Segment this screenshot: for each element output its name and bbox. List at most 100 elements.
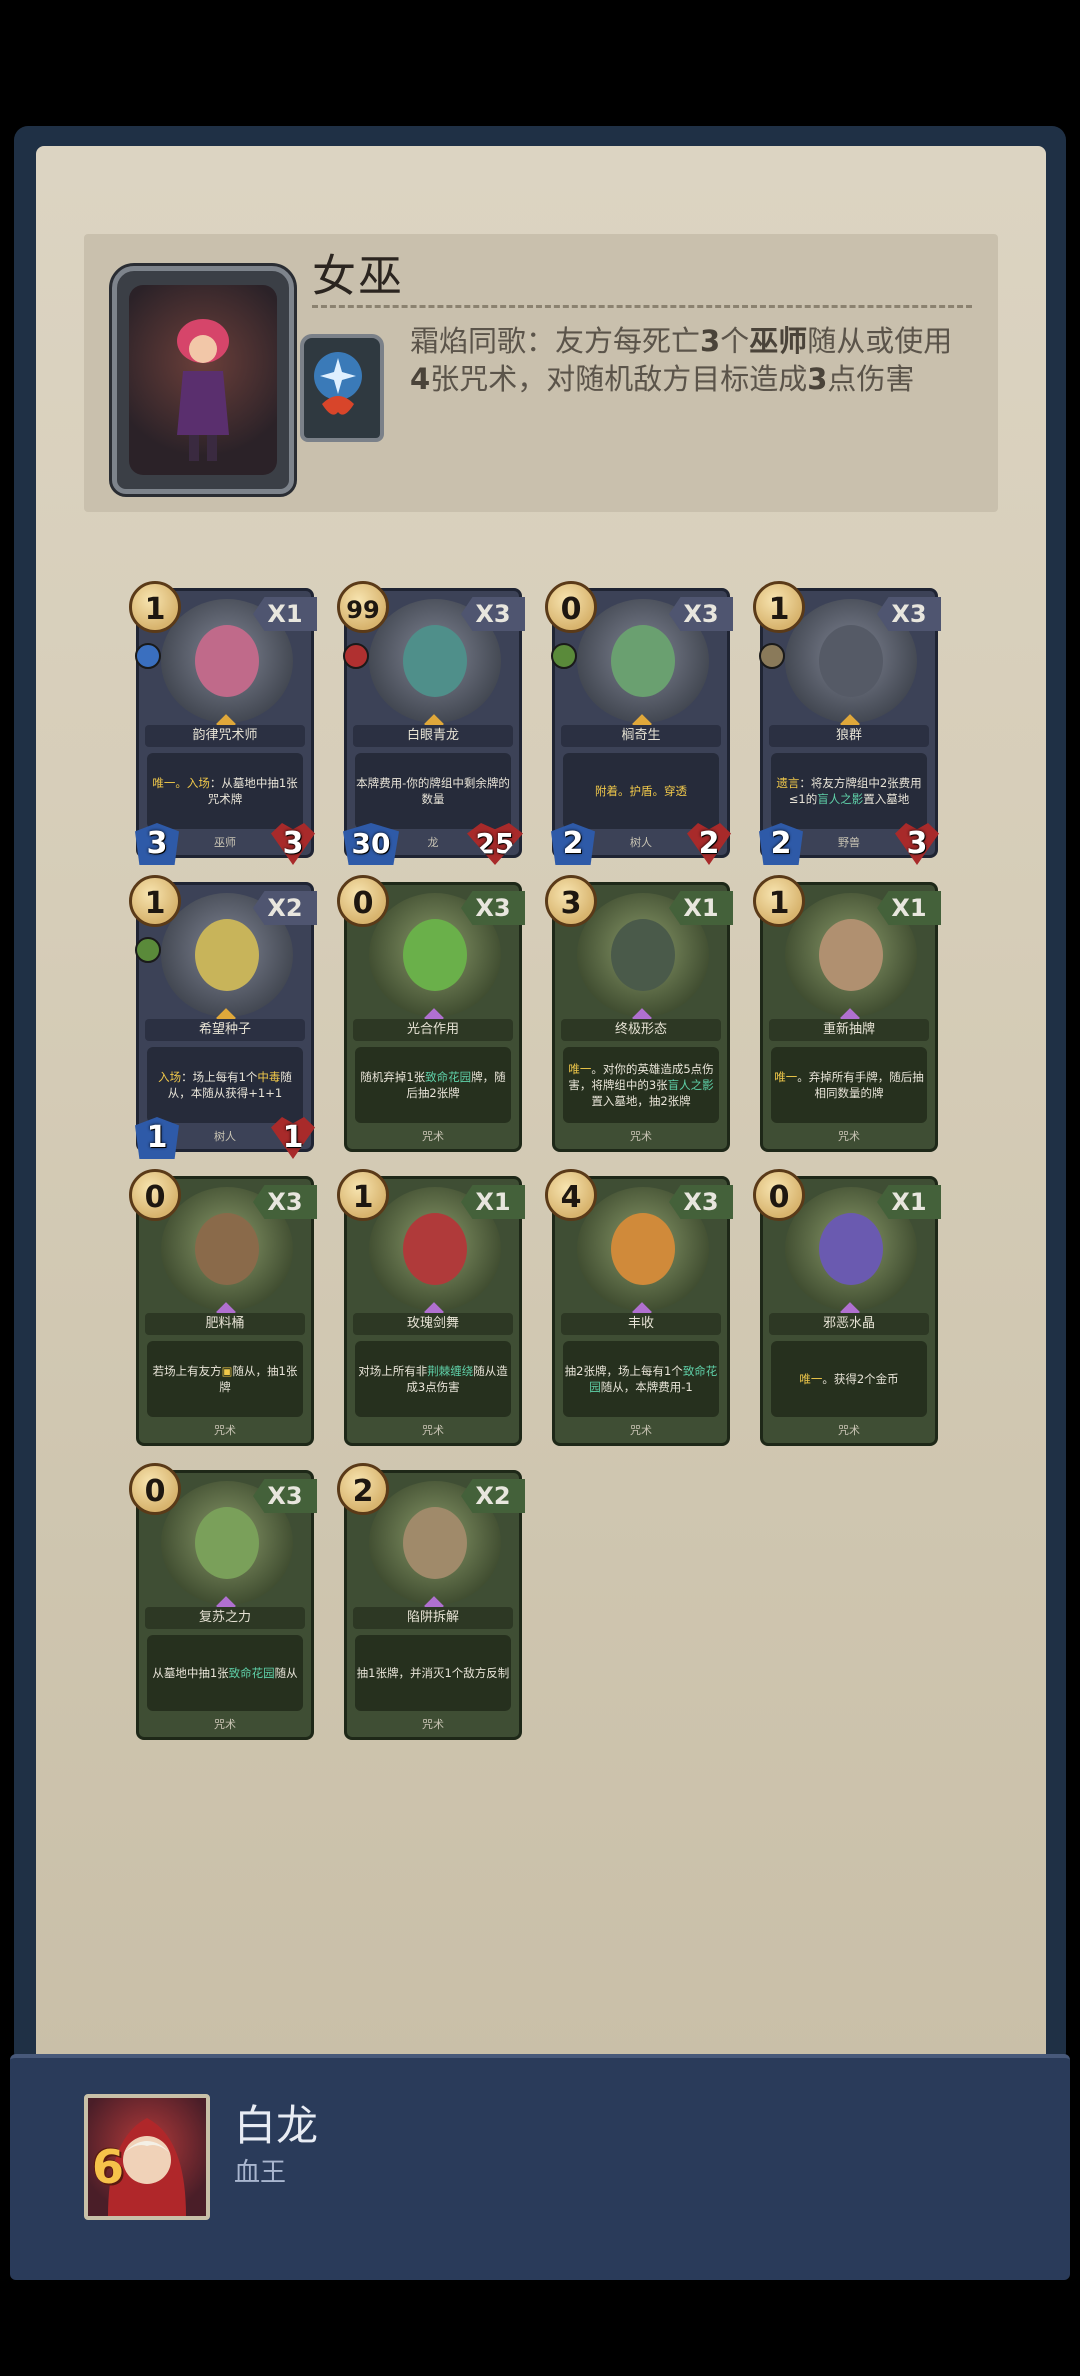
card-art-figure	[819, 625, 883, 697]
card[interactable]: 丰收 抽2张牌，场上每有1个致命花园随从，本牌费用-1 咒术 4 X3	[545, 1169, 733, 1446]
card-count: X3	[877, 597, 941, 631]
card-race: 咒术	[422, 1424, 444, 1437]
card[interactable]: 白眼青龙 本牌费用-你的牌组中剩余牌的数量龙 99 X3 30 25	[337, 581, 525, 865]
card-description: 附着。护盾。穿透	[563, 753, 719, 829]
card-count: X3	[669, 1185, 733, 1219]
card-count: X2	[461, 1479, 525, 1513]
card-attack: 1	[135, 1117, 179, 1159]
card-art-figure	[819, 1213, 883, 1285]
card-art-figure	[611, 1213, 675, 1285]
card-name: 韵律咒术师	[145, 725, 305, 747]
card-count: X1	[877, 1185, 941, 1219]
card-name: 复苏之力	[145, 1607, 305, 1629]
card-description: 若场上有友方▣随从，抽1张牌	[147, 1341, 303, 1417]
witch-figure-icon	[177, 319, 229, 461]
card-art-figure	[195, 919, 259, 991]
card-description: 本牌费用-你的牌组中剩余牌的数量	[355, 753, 511, 829]
card-description: 入场：场上每有1个中毒随从，本随从获得+1+1	[147, 1047, 303, 1123]
hero-skill-description: 霜焰同歌：友方每死亡3个巫师随从或使用4张咒术，对随机敌方目标造成3点伤害	[410, 322, 970, 398]
card-description: 抽1张牌，并消灭1个敌方反制	[355, 1635, 511, 1711]
card-name: 光合作用	[353, 1019, 513, 1041]
card-race: 咒术	[214, 1718, 236, 1731]
card-attack: 2	[759, 823, 803, 865]
card-count: X3	[253, 1185, 317, 1219]
card-art-figure	[403, 919, 467, 991]
card-name: 榈奇生	[561, 725, 721, 747]
card-attack: 30	[343, 823, 399, 865]
card-race: 巫师	[214, 836, 236, 849]
card-cost: 0	[545, 581, 597, 633]
card-description: 唯一。弃掉所有手牌，随后抽相同数量的牌	[771, 1047, 927, 1123]
skill-text-part: 霜焰同歌：友方每死亡	[410, 324, 701, 358]
card-race: 树人	[630, 836, 652, 849]
tribe-icon	[135, 937, 161, 963]
card-cost: 1	[753, 581, 805, 633]
card[interactable]: 重新抽牌唯一。弃掉所有手牌，随后抽相同数量的牌咒术 1 X1	[753, 875, 941, 1152]
card-description: 对场上所有非荆棘缠绕随从造成3点伤害	[355, 1341, 511, 1417]
card-attack: 3	[135, 823, 179, 865]
card-art-figure	[611, 919, 675, 991]
card-cost: 4	[545, 1169, 597, 1221]
card-cost: 2	[337, 1463, 389, 1515]
player-title: 血王	[234, 2158, 287, 2188]
card-art-figure	[403, 1507, 467, 1579]
card[interactable]: 榈奇生 附着。护盾。穿透 树人 0 X3 2 2	[545, 581, 733, 865]
card[interactable]: 希望种子 入场：场上每有1个中毒随从，本随从获得+1+1 树人 1 X2 1 1	[129, 875, 317, 1159]
tribe-icon	[759, 643, 785, 669]
card-description: 唯一。入场：从墓地中抽1张咒术牌	[147, 753, 303, 829]
card-race: 咒术	[422, 1718, 444, 1731]
card-name: 重新抽牌	[769, 1019, 929, 1041]
card-count: X1	[877, 891, 941, 925]
card-name: 终极形态	[561, 1019, 721, 1041]
card[interactable]: 韵律咒术师 唯一。入场：从墓地中抽1张咒术牌 巫师 1 X1 3 3	[129, 581, 317, 865]
skill-text-part: 3	[807, 362, 828, 396]
skill-text-part: 4	[410, 362, 431, 396]
skill-text-part: 点伤害	[827, 362, 915, 396]
hero-skill-icon[interactable]	[300, 334, 384, 442]
card[interactable]: 狼群 遗言：将友方牌组中2张费用≤1的盲人之影置入墓地 野兽 1 X3 2 3	[753, 581, 941, 865]
card[interactable]: 陷阱拆解抽1张牌，并消灭1个敌方反制咒术 2 X2	[337, 1463, 525, 1740]
player-name: 白龙	[234, 2101, 319, 2150]
skill-text-part: 随从或使用	[807, 324, 953, 358]
card-race: 树人	[214, 1130, 236, 1143]
card-art-figure	[195, 625, 259, 697]
card[interactable]: 复苏之力 从墓地中抽1张致命花园随从 咒术 0 X3	[129, 1463, 317, 1740]
card-name: 狼群	[769, 725, 929, 747]
skill-text-part: 巫师	[749, 324, 808, 358]
card-race: 咒术	[838, 1130, 860, 1143]
card-cost: 1	[337, 1169, 389, 1221]
hero-portrait-art	[129, 285, 277, 475]
card-cost: 0	[129, 1169, 181, 1221]
card-name: 肥料桶	[145, 1313, 305, 1335]
card-name: 希望种子	[145, 1019, 305, 1041]
card-art-figure	[819, 919, 883, 991]
card-count: X3	[669, 597, 733, 631]
tribe-icon	[343, 643, 369, 669]
card-name: 玫瑰剑舞	[353, 1313, 513, 1335]
card-cost: 1	[753, 875, 805, 927]
card-race: 咒术	[422, 1130, 444, 1143]
hero-portrait[interactable]	[112, 266, 294, 494]
card-cost: 1	[129, 581, 181, 633]
card-art-figure	[195, 1507, 259, 1579]
card-name: 陷阱拆解	[353, 1607, 513, 1629]
card[interactable]: 终极形态 唯一。对你的英雄造成5点伤害，将牌组中的3张盲人之影置入墓地，抽2张牌咒…	[545, 875, 733, 1152]
card-name: 白眼青龙	[353, 725, 513, 747]
card-race: 龙	[427, 836, 439, 849]
player-level: 6	[92, 2140, 125, 2194]
card-cost: 0	[129, 1463, 181, 1515]
card-race: 咒术	[214, 1424, 236, 1437]
card-cost: 0	[337, 875, 389, 927]
card-cost: 99	[337, 581, 389, 633]
card-race: 咒术	[838, 1424, 860, 1437]
card-attack: 2	[551, 823, 595, 865]
card[interactable]: 肥料桶若场上有友方▣随从，抽1张牌咒术 0 X3	[129, 1169, 317, 1446]
card-cost: 1	[129, 875, 181, 927]
tribe-icon	[551, 643, 577, 669]
card[interactable]: 玫瑰剑舞 对场上所有非荆棘缠绕随从造成3点伤害 咒术 1 X1	[337, 1169, 525, 1446]
card[interactable]: 光合作用 随机弃掉1张致命花园牌，随后抽2张牌 咒术 0 X3	[337, 875, 525, 1152]
card-description: 遗言：将友方牌组中2张费用≤1的盲人之影置入墓地	[771, 753, 927, 829]
card-art-figure	[195, 1213, 259, 1285]
card[interactable]: 邪恶水晶 唯一。获得2个金币 咒术 0 X1	[753, 1169, 941, 1446]
frost-flame-icon	[314, 352, 362, 415]
